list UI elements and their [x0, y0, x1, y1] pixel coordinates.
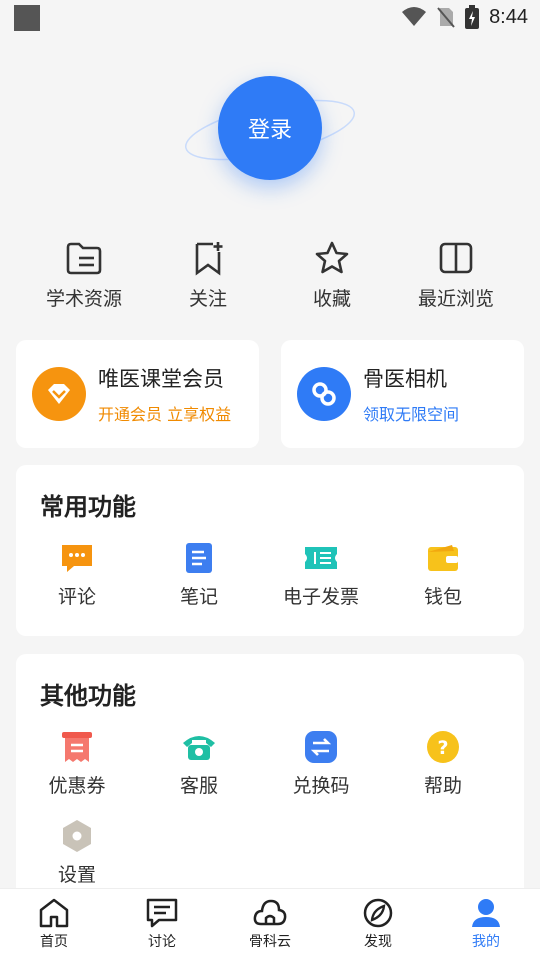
- tab-ortho-cloud[interactable]: 骨科云: [216, 889, 324, 961]
- tab-label: 讨论: [148, 934, 176, 950]
- login-button[interactable]: 登录: [218, 76, 322, 180]
- clock: 8:44: [489, 5, 528, 28]
- tab-discussion[interactable]: 讨论: [108, 889, 216, 961]
- bottom-tab-bar: 首页 讨论 骨科云 发现 我的: [0, 888, 540, 961]
- settings-item[interactable]: 设置: [16, 818, 138, 887]
- comment-label: 评论: [57, 586, 96, 608]
- app-notification-icon: [14, 5, 40, 31]
- invoice-icon: [303, 540, 339, 576]
- help-label: 帮助: [423, 775, 462, 797]
- common-functions-title: 常用功能: [40, 493, 136, 521]
- shortcut-row: 学术资源 关注 收藏 最近浏览: [0, 240, 540, 311]
- shortcut-academic-resources[interactable]: 学术资源: [22, 240, 146, 311]
- camera-link-icon: [297, 367, 351, 421]
- login-area: 登录: [180, 70, 360, 190]
- settings-label: 设置: [57, 864, 96, 886]
- coupon-label: 优惠券: [48, 775, 106, 797]
- tab-label: 首页: [40, 934, 68, 950]
- wifi-icon: [402, 7, 427, 26]
- shortcut-label: 关注: [188, 288, 227, 310]
- tab-label: 骨科云: [249, 934, 291, 950]
- shortcut-label: 收藏: [312, 288, 351, 310]
- note-icon: [181, 540, 217, 576]
- diamond-icon: [32, 367, 86, 421]
- note-item[interactable]: 笔记: [138, 540, 260, 609]
- camera-card-subtitle: 领取无限空间: [363, 405, 460, 424]
- wallet-item[interactable]: 钱包: [382, 540, 504, 609]
- book-icon: [439, 242, 473, 274]
- tab-label: 发现: [364, 934, 392, 950]
- shortcut-follow[interactable]: 关注: [146, 240, 270, 311]
- star-icon: [315, 241, 349, 274]
- camera-card-title: 骨医相机: [363, 367, 447, 391]
- help-icon: ?: [425, 729, 461, 765]
- compass-icon: [363, 898, 393, 928]
- tab-discover[interactable]: 发现: [324, 889, 432, 961]
- tab-home[interactable]: 首页: [0, 889, 108, 961]
- note-label: 笔记: [179, 586, 218, 608]
- wallet-icon: [425, 540, 461, 576]
- vip-card[interactable]: 唯医课堂会员 开通会员 立享权益: [16, 340, 259, 448]
- phone-icon: [181, 729, 217, 765]
- folder-icon: [66, 242, 102, 275]
- discussion-icon: [146, 898, 178, 928]
- wallet-label: 钱包: [423, 586, 462, 608]
- shortcut-label: 最近浏览: [417, 288, 494, 310]
- camera-card[interactable]: 骨医相机 领取无限空间: [281, 340, 524, 448]
- cloud-icon: [253, 899, 287, 926]
- other-functions-panel: 其他功能 优惠券 客服 兑换码 ? 帮助 设置: [16, 654, 524, 914]
- shortcut-favorites[interactable]: 收藏: [270, 240, 394, 311]
- shortcut-recent[interactable]: 最近浏览: [394, 240, 518, 311]
- other-functions-title: 其他功能: [40, 682, 136, 710]
- profile-icon: [472, 899, 500, 927]
- tab-label: 我的: [472, 934, 500, 950]
- redeem-code-item[interactable]: 兑换码: [260, 729, 382, 798]
- invoice-label: 电子发票: [282, 586, 359, 608]
- no-sim-icon: [437, 7, 455, 28]
- coupon-icon: [59, 729, 95, 765]
- promo-cards: 唯医课堂会员 开通会员 立享权益 骨医相机 领取无限空间: [16, 340, 524, 448]
- vip-card-title: 唯医课堂会员: [98, 367, 224, 391]
- common-functions-panel: 常用功能 评论 笔记 电子发票 钱包: [16, 465, 524, 636]
- comment-icon: [59, 540, 95, 576]
- vip-card-subtitle: 开通会员 立享权益: [98, 405, 232, 424]
- settings-icon: [59, 818, 95, 854]
- exchange-icon: [303, 729, 339, 765]
- redeem-code-label: 兑换码: [292, 775, 350, 797]
- customer-service-label: 客服: [179, 775, 218, 797]
- invoice-item[interactable]: 电子发票: [260, 540, 382, 609]
- help-item[interactable]: ? 帮助: [382, 729, 504, 798]
- shortcut-label: 学术资源: [45, 288, 122, 310]
- home-icon: [39, 898, 69, 928]
- battery-icon: [465, 5, 480, 29]
- bookmark-plus-icon: [195, 242, 223, 276]
- status-bar: 8:44: [0, 0, 540, 36]
- svg-text:?: ?: [437, 737, 448, 759]
- tab-mine[interactable]: 我的: [432, 889, 540, 961]
- customer-service-item[interactable]: 客服: [138, 729, 260, 798]
- comment-item[interactable]: 评论: [16, 540, 138, 609]
- coupon-item[interactable]: 优惠券: [16, 729, 138, 798]
